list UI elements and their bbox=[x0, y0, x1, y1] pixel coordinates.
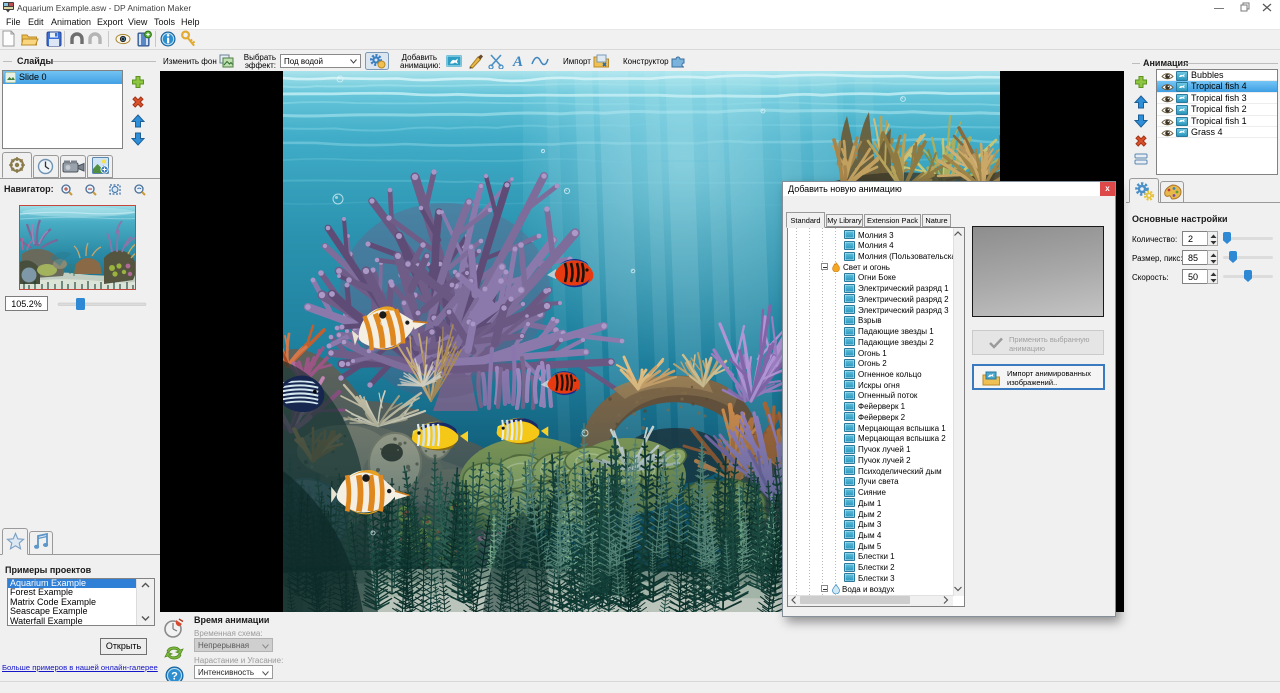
svg-text:A: A bbox=[512, 54, 523, 69]
